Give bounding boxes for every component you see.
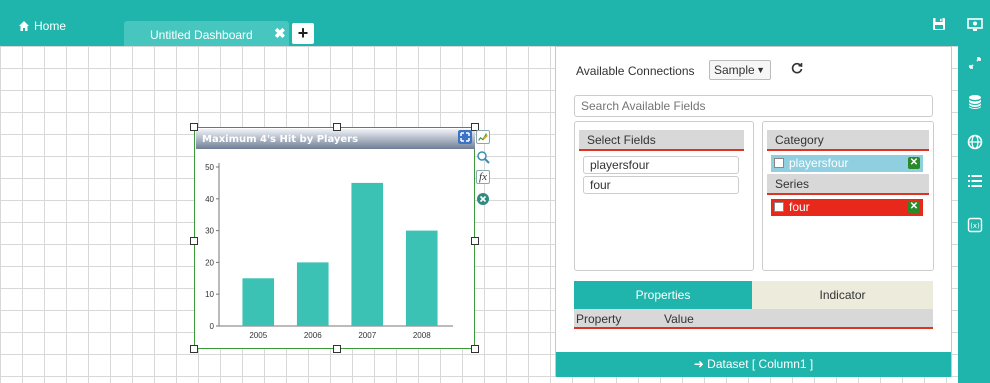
x-tick-label: 2005 (249, 331, 267, 340)
select-fields-box: Select Fields playersfour four (574, 121, 754, 271)
remove-category-icon[interactable]: ✕ (908, 157, 920, 169)
home-label: Home (34, 19, 67, 33)
remove-series-icon[interactable]: ✕ (908, 201, 920, 213)
category-series-box: Category playersfour ✕ Series four ✕ (762, 121, 934, 271)
resize-handle-bottom-left[interactable] (190, 345, 198, 353)
chart-type-icon (774, 158, 784, 168)
database-icon[interactable] (967, 94, 983, 110)
expand-icon[interactable] (967, 55, 983, 71)
bar (405, 230, 438, 326)
y-tick-label: 0 (210, 322, 215, 331)
y-tick-label: 20 (205, 258, 214, 267)
search-fields-input[interactable] (574, 95, 933, 117)
variable-icon[interactable]: (x) (967, 217, 983, 233)
home-icon (19, 21, 29, 31)
category-chip[interactable]: playersfour ✕ (771, 155, 923, 172)
y-tick-label: 10 (205, 290, 214, 299)
resize-handle-right[interactable] (471, 237, 479, 245)
globe-icon[interactable] (967, 134, 983, 150)
zoom-icon[interactable] (476, 150, 490, 164)
field-item[interactable]: playersfour (583, 156, 739, 174)
connection-select[interactable]: Sample ▼ (709, 60, 771, 80)
tab-indicator[interactable]: Indicator (752, 281, 933, 309)
bar (351, 182, 384, 326)
property-table-header: Property Value (574, 309, 933, 329)
x-tick-label: 2007 (358, 331, 376, 340)
resize-handle-bottom-right[interactable] (471, 345, 479, 353)
chart-widget[interactable]: Maximum 4's Hit by Players 0 10 20 30 40 50 20… (194, 127, 475, 349)
save-icon[interactable] (932, 17, 946, 31)
maximize-icon[interactable] (458, 130, 472, 144)
category-header: Category (767, 130, 929, 151)
dataset-button[interactable]: ➜ Dataset [ Column1 ] (556, 352, 951, 377)
field-item[interactable]: four (583, 176, 739, 194)
category-chip-label: playersfour (789, 156, 849, 170)
series-chip-label: four (789, 200, 810, 214)
value-column-header: Value (664, 312, 694, 326)
bar (296, 262, 329, 326)
y-tick-label: 50 (205, 163, 214, 172)
connections-label: Available Connections (576, 64, 695, 78)
bar (242, 278, 275, 326)
close-icon[interactable] (476, 192, 490, 206)
resize-handle-bottom[interactable] (333, 345, 341, 353)
bar-chart: 0 10 20 30 40 50 2005 2006 2007 2008 (205, 163, 453, 340)
home-link[interactable]: Home (18, 19, 66, 33)
refresh-icon[interactable] (790, 61, 804, 75)
series-header: Series (767, 174, 929, 195)
resize-handle-top-left[interactable] (190, 123, 198, 131)
right-icon-rail: (x) (958, 0, 990, 383)
series-chip[interactable]: four ✕ (771, 199, 923, 216)
data-panel: Available Connections Sample ▼ Select Fi… (555, 46, 952, 377)
y-tick-label: 30 (205, 227, 214, 236)
resize-handle-top[interactable] (333, 123, 341, 131)
tab-close-icon[interactable]: ✖ (274, 26, 286, 40)
select-fields-header: Select Fields (579, 130, 744, 151)
list-icon[interactable] (967, 173, 983, 189)
tab-properties[interactable]: Properties (574, 281, 752, 309)
properties-tabs: Properties Indicator (574, 281, 933, 309)
widget-title: Maximum 4's Hit by Players (202, 134, 359, 145)
resize-handle-left[interactable] (190, 237, 198, 245)
x-tick-label: 2006 (304, 331, 322, 340)
caret-down-icon: ▼ (756, 65, 765, 75)
widget-header[interactable]: Maximum 4's Hit by Players (196, 129, 475, 149)
bar-chart-icon (774, 202, 784, 212)
edit-chart-icon[interactable] (476, 130, 490, 144)
svg-text:(x): (x) (970, 222, 980, 230)
connection-selected-value: Sample (714, 63, 755, 77)
function-icon[interactable]: fx (476, 170, 490, 184)
y-tick-label: 40 (205, 195, 214, 204)
top-bar: Home Untitled Dashboard ✖ + (0, 0, 990, 46)
monitor-icon[interactable] (967, 17, 983, 33)
property-column-header: Property (576, 312, 622, 326)
tab-untitled-dashboard[interactable]: Untitled Dashboard ✖ (124, 21, 289, 46)
tab-label: Untitled Dashboard (150, 28, 253, 42)
add-tab-button[interactable]: + (292, 23, 314, 44)
x-tick-label: 2008 (413, 331, 431, 340)
